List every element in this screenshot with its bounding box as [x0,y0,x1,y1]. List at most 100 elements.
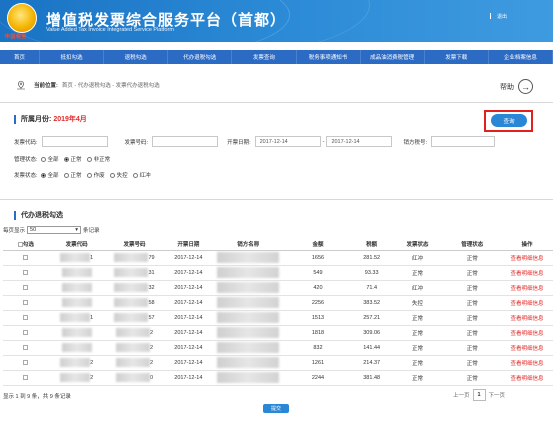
divider [0,102,553,103]
table-cell [212,355,285,371]
nav-item[interactable]: 退税勾选 [104,50,169,64]
redacted-block [60,313,91,322]
breadcrumb: 当前位置: 首页 - 代办退税勾选 - 发票代办退税勾选 [0,74,553,96]
table-cell [48,295,105,311]
row-checkbox[interactable] [23,344,29,350]
view-detail-link[interactable]: 查看明细信息 [501,325,553,341]
nav-item[interactable]: 发票下载 [425,50,489,64]
redacted-block [61,328,92,337]
mgmt-status-label: 管理状态: [14,157,38,164]
redacted-block [217,252,280,263]
tax-amount: 381.48 [351,370,392,386]
date-to-input[interactable]: 2017-12-14 [326,136,393,147]
invoice-status-radio[interactable]: 作废 [86,171,105,179]
table-cell [212,310,285,326]
table-cell [3,280,49,296]
table-cell [212,265,285,281]
code-tail: 2 [90,359,94,366]
breadcrumb-label: 当前位置: [34,83,58,89]
nav-item[interactable]: 抵扣勾选 [40,50,105,64]
view-detail-link[interactable]: 查看明细信息 [501,370,553,386]
row-checkbox[interactable] [23,314,29,320]
invoice-status: 正常 [391,340,444,356]
redacted-block [217,357,280,368]
table-cell: 2 [48,355,105,371]
nav-item[interactable]: 代办退税勾选 [168,50,233,64]
pagination: 上一页 1 下一页 [453,389,505,401]
number-tail: 57 [148,314,155,321]
nav-item[interactable]: 企业档案信息 [489,50,553,64]
invoice-status-option-label: 失控 [116,173,128,179]
table-cell [48,280,105,296]
mgmt-status-radio[interactable]: 非正常 [86,155,110,163]
invoice-status-radio[interactable]: 全部 [40,171,59,179]
view-detail-link[interactable]: 查看明细信息 [501,340,553,356]
mgmt-status: 正常 [443,370,502,386]
redacted-block [61,283,92,292]
next-page-button[interactable]: 下一页 [489,391,506,399]
help-link[interactable]: 帮助 → [500,79,533,94]
mgmt-status-radio[interactable]: 全部 [40,155,59,163]
help-label: 帮助 [500,83,514,91]
radio-circle-icon [40,172,46,178]
invoice-status-radio[interactable]: 红冲 [132,171,151,179]
arrow-right-icon: → [518,79,533,94]
number-tail: 79 [148,254,155,261]
logout-link[interactable]: 退出 [497,13,507,20]
amount: 1656 [284,250,352,266]
nav-item[interactable]: 发票查询 [232,50,297,64]
row-checkbox[interactable] [23,254,29,260]
page-subtitle: Value Added Tax Invoice Integrated Servi… [46,27,174,33]
table-row: 58 2017-12-14 2256 383.52 失控 正常 查看明细信息 [3,295,553,311]
page-size-suffix: 条记录 [83,228,100,234]
invoice-status-radio[interactable]: 失控 [109,171,128,179]
submit-button[interactable]: 提交 [263,404,289,413]
view-detail-link[interactable]: 查看明细信息 [501,310,553,326]
redacted-block [114,253,149,262]
row-checkbox[interactable] [23,269,29,275]
column-header-label: 销方名称 [237,242,260,249]
redacted-block [61,298,92,307]
invoice-no-input[interactable] [152,136,219,147]
filter-row-mgmt: 管理状态: 全部 正常 非正常 [14,155,115,164]
invoice-date: 2017-12-14 [164,355,213,371]
page-number-button[interactable]: 1 [472,389,486,401]
redacted-block [60,253,91,262]
row-checkbox[interactable] [23,359,29,365]
nav-item[interactable]: 税务事项通知书 [297,50,361,64]
table-cell: 58 [104,295,165,311]
prev-page-button[interactable]: 上一页 [453,391,470,399]
invoice-status-radio[interactable]: 正常 [63,171,82,179]
date-label: 开票日期: [227,139,251,146]
logo-text: 中国税务 [5,34,28,40]
nav-item[interactable]: 成品油消费税管理 [361,50,425,64]
invoice-date: 2017-12-14 [164,325,213,341]
table-cell [212,250,285,266]
query-button[interactable]: 查询 [491,114,527,127]
view-detail-link[interactable]: 查看明细信息 [501,250,553,266]
app-header: 中国税务 增值税发票综合服务平台（首都） Value Added Tax Inv… [0,0,553,42]
invoice-date: 2017-12-14 [164,295,213,311]
number-tail: 32 [148,284,155,291]
page-size-control: 每页显示 50 ▾ 条记录 [3,226,100,234]
number-tail: 2 [149,329,154,336]
column-header-label: 开票日期 [177,242,200,249]
view-detail-link[interactable]: 查看明细信息 [501,280,553,296]
nav-item[interactable]: 首页 [0,50,40,64]
amount: 1513 [284,310,352,326]
seller-tax-input[interactable] [430,136,495,147]
row-checkbox[interactable] [23,374,29,380]
view-detail-link[interactable]: 查看明细信息 [501,265,553,281]
column-header-label: 发票代码 [65,242,88,249]
view-detail-link[interactable]: 查看明细信息 [501,355,553,371]
invoice-status-option-label: 红冲 [139,173,151,179]
row-checkbox[interactable] [23,284,29,290]
mgmt-status-radio[interactable]: 正常 [63,155,82,163]
row-checkbox[interactable] [23,299,29,305]
row-checkbox[interactable] [23,329,29,335]
redacted-block [114,283,149,292]
page-size-select[interactable]: 50 ▾ [27,226,82,234]
date-from-input[interactable]: 2017-12-14 [254,136,321,147]
view-detail-link[interactable]: 查看明细信息 [501,295,553,311]
invoice-code-input[interactable] [41,136,108,147]
